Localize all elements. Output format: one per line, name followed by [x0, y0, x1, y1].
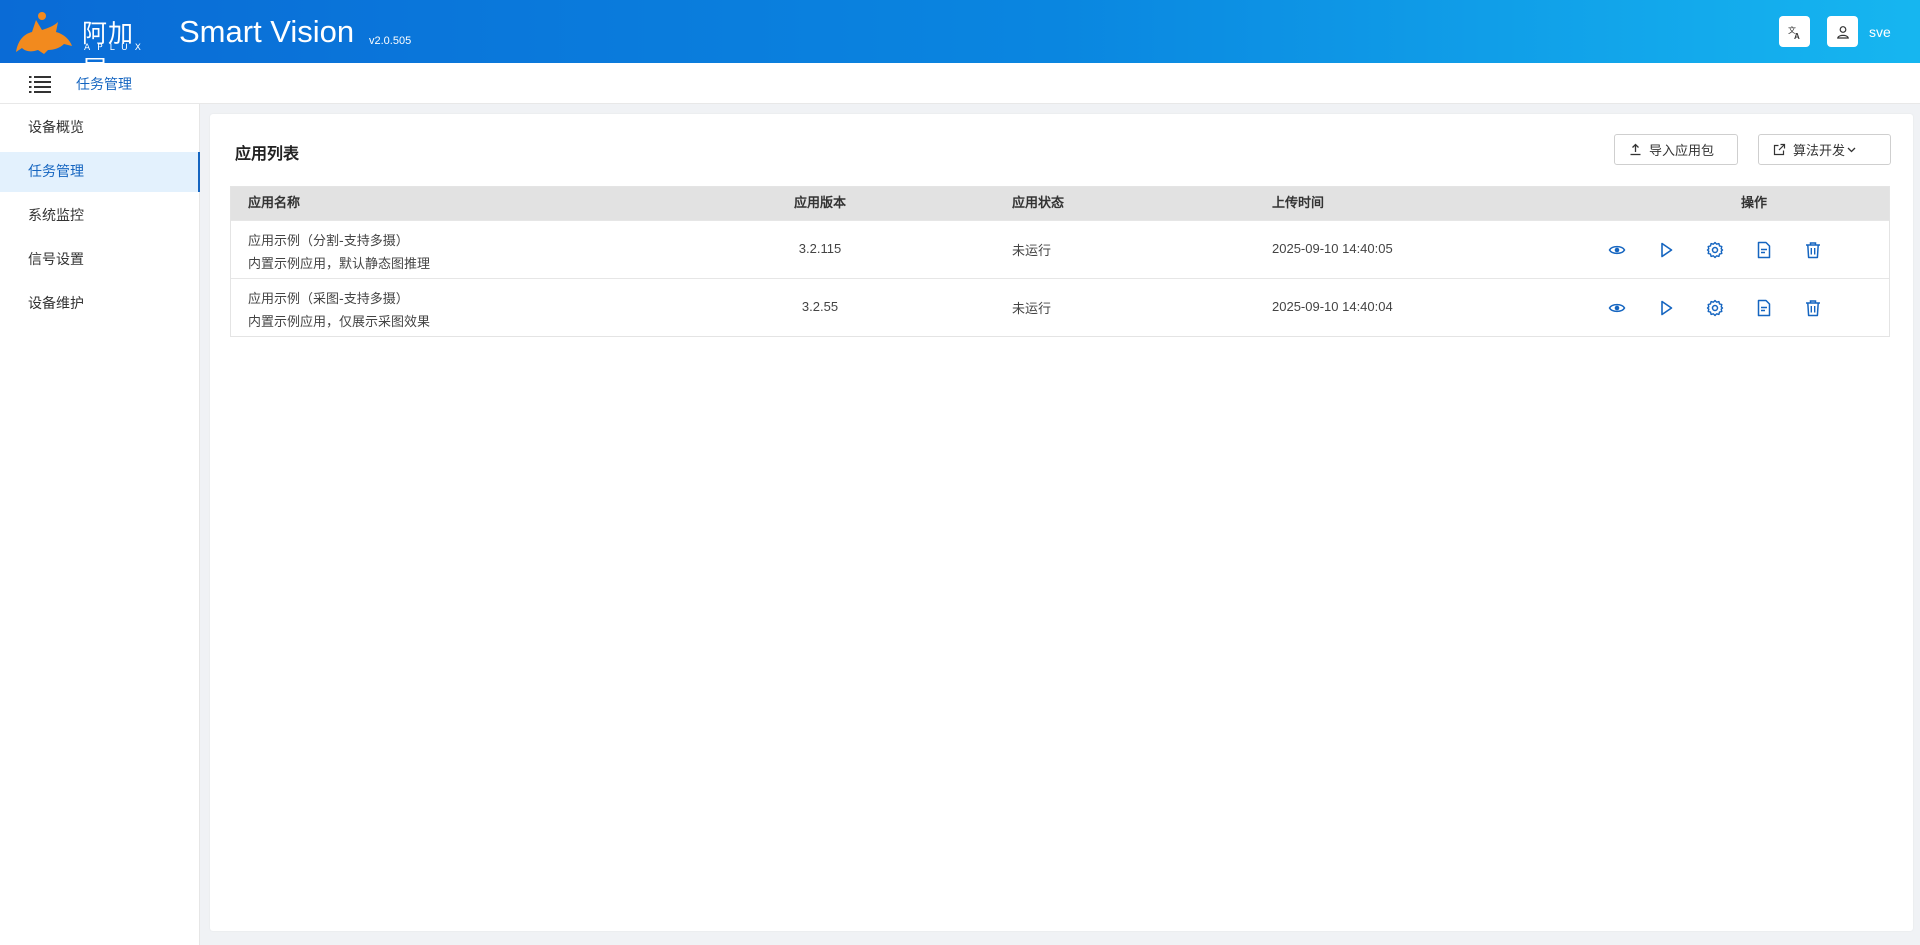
app-version-cell: 3.2.115 — [798, 241, 842, 256]
app-name-cell: 应用示例（分割-支持多摄） 内置示例应用，默认静态图推理 — [248, 230, 430, 276]
language-button[interactable]: 文 A — [1779, 16, 1810, 47]
column-header-status: 应用状态 — [1012, 196, 1065, 211]
app-list-panel: 应用列表 导入应用包 算法开发 应用名称 应用版本 应用状态 上传时间 操作 应 — [210, 114, 1913, 931]
row-actions — [1607, 240, 1823, 260]
column-header-upload-time: 上传时间 — [1272, 196, 1325, 211]
upload-icon — [1630, 143, 1641, 156]
app-version: v2.0.505 — [369, 35, 412, 47]
table-header: 应用名称 应用版本 应用状态 上传时间 操作 — [231, 187, 1889, 220]
log-button[interactable] — [1754, 240, 1774, 260]
username[interactable]: sve — [1869, 24, 1891, 40]
sidebar-item-device-overview[interactable]: 设备概览 — [0, 108, 200, 148]
external-link-icon — [1773, 143, 1786, 156]
table-row: 应用示例（分割-支持多摄） 内置示例应用，默认静态图推理 3.2.115 未运行… — [231, 220, 1889, 278]
app-name: 应用示例（采图-支持多摄） — [248, 292, 409, 307]
document-icon — [1757, 241, 1771, 259]
view-icon — [1608, 303, 1626, 313]
breadcrumb[interactable]: 任务管理 — [76, 74, 132, 94]
upload-time-cell: 2025-09-10 14:40:04 — [1272, 299, 1393, 314]
app-version-cell: 3.2.55 — [801, 299, 839, 314]
settings-button[interactable] — [1705, 298, 1725, 318]
view-icon — [1608, 245, 1626, 255]
run-button[interactable] — [1656, 298, 1676, 318]
settings-icon — [1706, 241, 1724, 259]
import-package-button[interactable]: 导入应用包 — [1614, 134, 1738, 165]
table-row: 应用示例（采图-支持多摄） 内置示例应用，仅展示采图效果 3.2.55 未运行 … — [231, 278, 1889, 336]
sidebar-item-signal-settings[interactable]: 信号设置 — [0, 240, 200, 280]
app-table: 应用名称 应用版本 应用状态 上传时间 操作 应用示例（分割-支持多摄） 内置示… — [230, 186, 1890, 337]
log-button[interactable] — [1754, 298, 1774, 318]
app-status-cell: 未运行 — [1012, 244, 1052, 259]
chevron-down-icon — [1847, 147, 1856, 153]
delete-icon — [1806, 242, 1820, 259]
settings-button[interactable] — [1705, 240, 1725, 260]
algorithm-dev-label: 算法开发 — [1793, 144, 1846, 159]
app-title: Smart Vision — [179, 14, 355, 49]
play-icon — [1661, 300, 1673, 316]
delete-icon — [1806, 300, 1820, 317]
column-header-name: 应用名称 — [248, 196, 301, 211]
view-button[interactable] — [1607, 298, 1627, 318]
user-button[interactable] — [1827, 16, 1858, 47]
delete-button[interactable] — [1803, 298, 1823, 318]
menu-toggle-icon[interactable] — [29, 75, 51, 93]
user-icon — [1836, 25, 1849, 39]
column-header-version: 应用版本 — [793, 196, 846, 211]
document-icon — [1757, 299, 1771, 317]
sidebar-item-device-maintenance[interactable]: 设备维护 — [0, 284, 200, 324]
aplux-logo[interactable]: 阿加犀 APLUX — [14, 10, 159, 84]
app-header: 阿加犀 APLUX Smart Vision v2.0.505 文 A sve — [0, 0, 1920, 84]
page-title: 应用列表 — [235, 144, 300, 163]
run-button[interactable] — [1656, 240, 1676, 260]
svg-text:A: A — [1794, 32, 1800, 40]
row-actions — [1607, 298, 1823, 318]
sidebar-item-system-monitor[interactable]: 系统监控 — [0, 196, 200, 236]
translate-icon: 文 A — [1788, 25, 1800, 40]
delete-button[interactable] — [1803, 240, 1823, 260]
logo-english-text: APLUX — [84, 43, 148, 53]
play-icon — [1661, 242, 1673, 258]
sidebar-item-task-management[interactable]: 任务管理 — [0, 152, 200, 192]
settings-icon — [1706, 299, 1724, 317]
app-description: 内置示例应用，默认静态图推理 — [248, 257, 431, 272]
app-status-cell: 未运行 — [1012, 302, 1052, 317]
rhino-logo-icon — [16, 12, 72, 54]
app-name-cell: 应用示例（采图-支持多摄） 内置示例应用，仅展示采图效果 — [248, 288, 430, 334]
app-description: 内置示例应用，仅展示采图效果 — [248, 315, 431, 330]
view-button[interactable] — [1607, 240, 1627, 260]
sidebar: 设备概览 任务管理 系统监控 信号设置 设备维护 — [0, 104, 200, 945]
algorithm-dev-dropdown[interactable]: 算法开发 — [1758, 134, 1891, 165]
upload-time-cell: 2025-09-10 14:40:05 — [1272, 241, 1393, 256]
app-name: 应用示例（分割-支持多摄） — [248, 234, 409, 249]
import-package-label: 导入应用包 — [1649, 144, 1715, 159]
breadcrumb-bar: 任务管理 — [0, 63, 1920, 104]
column-header-actions: 操作 — [1741, 196, 1768, 211]
